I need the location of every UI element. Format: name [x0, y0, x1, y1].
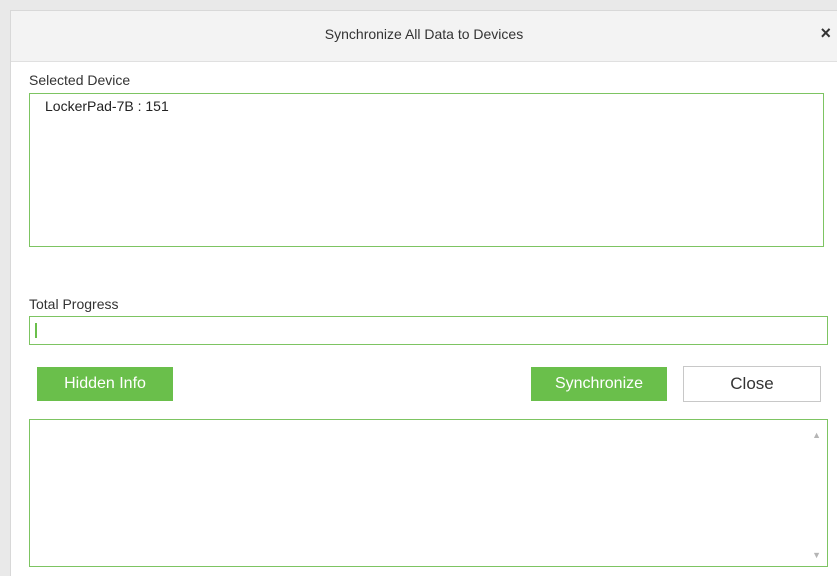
close-icon[interactable]: ×	[820, 24, 831, 42]
scroll-up-icon[interactable]: ▲	[812, 430, 821, 440]
selected-device-label: Selected Device	[29, 72, 131, 88]
hidden-info-button[interactable]: Hidden Info	[37, 367, 173, 401]
synchronize-button[interactable]: Synchronize	[531, 367, 667, 401]
total-progress-bar	[29, 316, 828, 345]
dialog-title: Synchronize All Data to Devices	[324, 26, 524, 42]
sync-dialog: Synchronize All Data to Devices × Select…	[10, 10, 837, 576]
device-list-item[interactable]: LockerPad-7B : 151	[45, 98, 169, 114]
log-scrollbar[interactable]: ▲ ▼	[807, 420, 827, 566]
total-progress-label: Total Progress	[29, 296, 119, 312]
selected-device-list[interactable]: LockerPad-7B : 151	[29, 93, 824, 247]
sync-log-area[interactable]: ▲ ▼	[29, 419, 828, 567]
progress-bar-fill	[35, 323, 37, 338]
scroll-down-icon[interactable]: ▼	[812, 550, 821, 560]
close-button[interactable]: Close	[683, 366, 821, 402]
dialog-titlebar: Synchronize All Data to Devices ×	[11, 11, 837, 62]
